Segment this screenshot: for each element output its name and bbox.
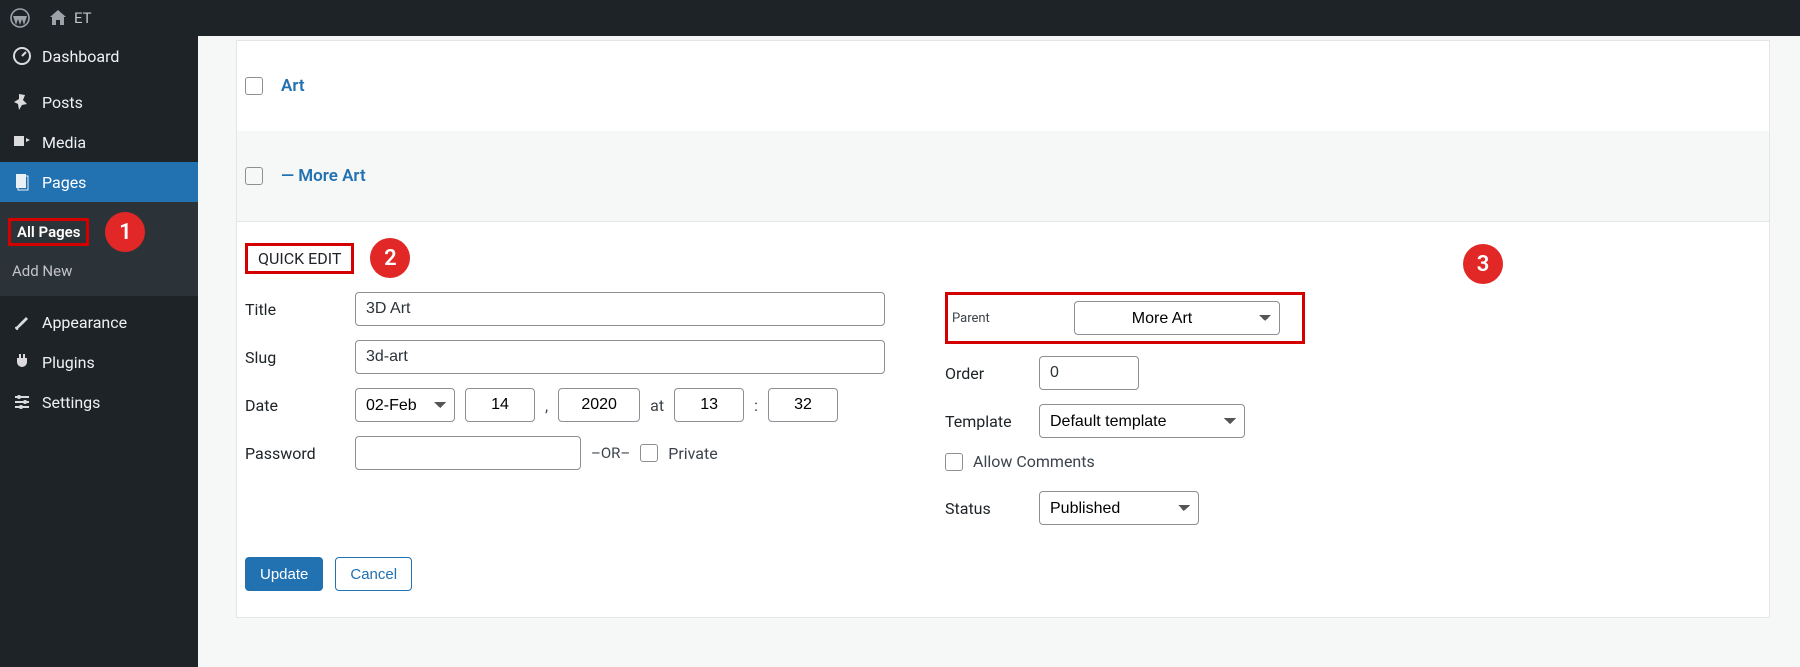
sidebar-label-settings: Settings: [42, 393, 100, 412]
sidebar-item-pages[interactable]: Pages: [0, 162, 198, 202]
quick-edit-left-column: Title Slug Date 02-Feb , at: [245, 292, 885, 539]
row-select-checkbox[interactable]: [245, 167, 263, 185]
day-input[interactable]: [465, 388, 535, 422]
date-label: Date: [245, 396, 345, 415]
status-label: Status: [945, 499, 1029, 518]
order-input[interactable]: [1039, 356, 1139, 390]
plug-icon: [12, 352, 32, 372]
year-input[interactable]: [558, 388, 640, 422]
sidebar-label-media: Media: [42, 133, 86, 152]
admin-sidebar: Dashboard Posts Media Pages All Pages 1 …: [0, 36, 198, 667]
cancel-button[interactable]: Cancel: [335, 557, 412, 591]
sidebar-subitem-all-pages[interactable]: All Pages: [8, 218, 89, 246]
brush-icon: [12, 312, 32, 332]
title-label: Title: [245, 300, 345, 319]
update-button[interactable]: Update: [245, 557, 323, 591]
hour-input[interactable]: [674, 388, 744, 422]
annotation-badge-3: 3: [1463, 244, 1503, 284]
table-row: — More Art: [237, 131, 1769, 221]
slug-input[interactable]: [355, 340, 885, 374]
parent-select[interactable]: More Art: [1074, 301, 1280, 335]
pages-list-table: Art — More Art: [236, 40, 1770, 221]
or-text: –OR–: [591, 444, 630, 462]
password-input[interactable]: [355, 436, 581, 470]
parent-label: Parent: [952, 311, 1036, 326]
password-label: Password: [245, 444, 345, 463]
pin-icon: [12, 92, 32, 112]
wordpress-icon: [10, 8, 30, 28]
status-select[interactable]: Published: [1039, 491, 1199, 525]
colon-separator: :: [754, 396, 758, 415]
pages-icon: [12, 172, 32, 192]
sidebar-item-settings[interactable]: Settings: [0, 382, 198, 422]
minute-input[interactable]: [768, 388, 838, 422]
sidebar-label-dashboard: Dashboard: [42, 47, 119, 66]
sidebar-label-plugins: Plugins: [42, 353, 95, 372]
wordpress-logo[interactable]: [10, 8, 30, 28]
sidebar-item-appearance[interactable]: Appearance: [0, 302, 198, 342]
quick-edit-right-column: Parent More Art Order Template Default t…: [945, 292, 1305, 539]
media-icon: [12, 132, 32, 152]
parent-field-frame: Parent More Art: [945, 292, 1305, 344]
private-checkbox[interactable]: [640, 444, 658, 462]
admin-toolbar: ET: [0, 0, 1800, 36]
sidebar-label-pages: Pages: [42, 173, 86, 192]
sidebar-subitem-add-new[interactable]: Add New: [0, 256, 198, 286]
site-home-link[interactable]: ET: [48, 8, 92, 28]
content-area: Art — More Art QUICK EDIT 2 Title: [198, 36, 1800, 667]
template-label: Template: [945, 412, 1029, 431]
private-label: Private: [668, 444, 717, 463]
sliders-icon: [12, 392, 32, 412]
sidebar-submenu-pages: All Pages 1 Add New: [0, 202, 198, 296]
quick-edit-heading: QUICK EDIT: [245, 243, 354, 274]
order-label: Order: [945, 364, 1029, 383]
home-icon: [48, 8, 68, 28]
sidebar-item-dashboard[interactable]: Dashboard: [0, 36, 198, 76]
at-label: at: [650, 396, 664, 415]
template-select[interactable]: Default template: [1039, 404, 1245, 438]
quick-edit-panel: QUICK EDIT 2 Title Slug Date 0: [236, 221, 1770, 618]
sidebar-item-plugins[interactable]: Plugins: [0, 342, 198, 382]
site-name: ET: [74, 9, 92, 27]
page-title-link[interactable]: — More Art: [281, 166, 366, 186]
allow-comments-label: Allow Comments: [973, 452, 1095, 471]
annotation-badge-2: 2: [370, 238, 410, 278]
month-select[interactable]: 02-Feb: [355, 388, 455, 422]
title-input[interactable]: [355, 292, 885, 326]
slug-label: Slug: [245, 348, 345, 367]
sidebar-item-media[interactable]: Media: [0, 122, 198, 162]
sidebar-label-posts: Posts: [42, 93, 83, 112]
sidebar-item-posts[interactable]: Posts: [0, 82, 198, 122]
dashboard-icon: [12, 46, 32, 66]
comma-separator: ,: [545, 396, 548, 415]
page-title-link[interactable]: Art: [281, 76, 305, 96]
sidebar-label-appearance: Appearance: [42, 313, 127, 332]
row-select-checkbox[interactable]: [245, 77, 263, 95]
annotation-badge-1: 1: [105, 212, 145, 252]
allow-comments-checkbox[interactable]: [945, 453, 963, 471]
table-row: Art: [237, 41, 1769, 131]
